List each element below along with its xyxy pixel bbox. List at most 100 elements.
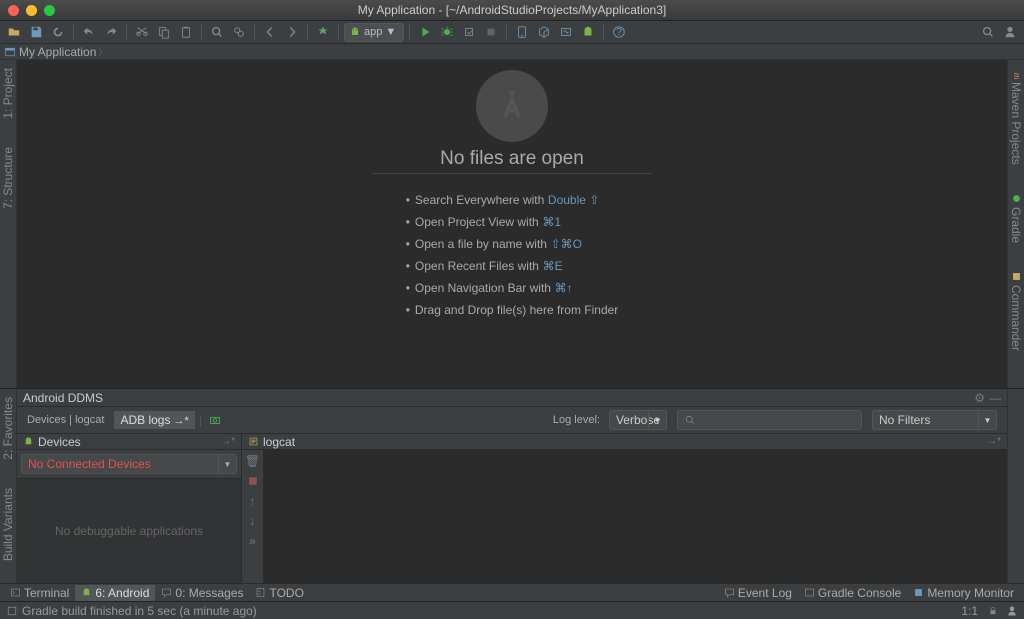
gear-icon[interactable]: ⚙ [974,391,985,405]
sync-icon[interactable] [48,22,68,42]
paste-icon[interactable] [176,22,196,42]
toolbar-divider [409,24,410,40]
debug-icon[interactable] [437,22,457,42]
terminal-icon [10,587,21,598]
tab-android[interactable]: 6: Android [75,585,155,601]
android-icon [349,26,361,38]
tab-build-variants[interactable]: Build Variants [1,484,15,565]
redo-icon[interactable] [101,22,121,42]
device-selector[interactable]: No Connected Devices ▼ [21,454,237,474]
hint-item: •Open Recent Files with ⌘E [406,258,619,273]
run-icon[interactable] [415,22,435,42]
chevron-down-icon: ▼ [218,455,236,473]
scroll-up-icon[interactable]: ↑ [245,493,261,509]
editor-empty-state: No files are open •Search Everywhere wit… [17,60,1007,388]
tool-window-bar: Terminal 6: Android 0: Messages TODO Eve… [0,583,1024,601]
project-icon [4,46,16,58]
hint-item: •Open a file by name with ⇧⌘O [406,236,619,251]
hint-item: •Search Everywhere with Double ⇧ [406,192,619,207]
breadcrumb-project: My Application [19,45,96,59]
todo-icon [255,587,266,598]
right-sidebar-lower [1007,389,1024,583]
tab-structure[interactable]: 7: Structure [1,143,15,213]
ddms-icon[interactable] [556,22,576,42]
wrap-icon[interactable] [245,473,261,489]
save-icon[interactable] [26,22,46,42]
find-icon[interactable] [207,22,227,42]
replace-icon[interactable] [229,22,249,42]
close-window-button[interactable] [8,5,19,16]
filter-dropdown[interactable]: No Filters▼ [872,410,997,430]
android-icon [23,436,34,447]
gradle-icon [804,587,815,598]
open-icon[interactable] [4,22,24,42]
zoom-window-button[interactable] [44,5,55,16]
hide-icon[interactable]: — [989,391,1001,405]
search-everywhere-icon[interactable] [978,22,998,42]
scroll-down-icon[interactable]: ↓ [245,513,261,529]
avd-manager-icon[interactable] [512,22,532,42]
left-sidebar-lower: 2: Favorites Build Variants [0,389,17,583]
forward-icon[interactable] [282,22,302,42]
help-icon[interactable]: ? [609,22,629,42]
tab-favorites[interactable]: 2: Favorites [1,393,15,464]
breadcrumb[interactable]: My Application 〉 [0,44,1024,60]
user-icon[interactable] [1000,22,1020,42]
minimize-window-button[interactable] [26,5,37,16]
tab-adb-logs[interactable]: ADB logs →* [114,411,194,429]
empty-title: No files are open [372,148,652,174]
hint-item: •Open Navigation Bar with ⌘↑ [406,280,619,295]
tab-maven[interactable]: mMaven Projects [1009,64,1023,169]
tab-todo[interactable]: TODO [249,585,309,601]
logcat-panel: logcat →* 🗑 ↑ ↓ » [242,434,1007,583]
tab-gradle-console[interactable]: Gradle Console [798,585,907,601]
tab-commander[interactable]: Commander [1009,267,1023,355]
search-icon [684,414,696,426]
inspector-icon[interactable] [1006,605,1018,617]
cut-icon[interactable] [132,22,152,42]
status-message: Gradle build finished in 5 sec (a minute… [22,604,257,618]
event-log-icon [724,587,735,598]
lock-icon[interactable] [988,606,998,616]
attach-debugger-icon[interactable] [459,22,479,42]
make-project-icon[interactable] [313,22,333,42]
logcat-search-input[interactable] [677,410,862,430]
sdk-manager-icon[interactable] [534,22,554,42]
android-monitor-icon[interactable] [578,22,598,42]
hint-item: •Open Project View with ⌘1 [406,214,619,229]
status-bar: Gradle build finished in 5 sec (a minute… [0,601,1024,619]
toolbar-divider [254,24,255,40]
hint-item: •Drag and Drop file(s) here from Finder [406,302,619,317]
tab-devices-logcat[interactable]: Devices | logcat [21,412,110,428]
cursor-position[interactable]: 1:1 [961,604,978,618]
devices-header-label: Devices [38,435,81,449]
undo-icon[interactable] [79,22,99,42]
left-sidebar: 1: Project 7: Structure [0,60,17,388]
run-config-label: app [364,26,382,38]
tab-event-log[interactable]: Event Log [718,585,798,601]
chevron-down-icon: ▼ [385,26,396,38]
logcat-output[interactable] [264,450,1007,583]
copy-icon[interactable] [154,22,174,42]
screenshot-icon[interactable] [206,411,224,429]
tab-messages[interactable]: 0: Messages [155,585,249,601]
tab-project[interactable]: 1: Project [1,64,15,123]
status-icon[interactable] [6,605,18,617]
svg-text:m: m [1012,73,1021,79]
tab-gradle[interactable]: Gradle [1009,189,1023,247]
stop-icon[interactable] [481,22,501,42]
collapse-icon[interactable]: →* [221,436,235,447]
tab-terminal[interactable]: Terminal [4,585,75,601]
run-config-selector[interactable]: app ▼ [344,23,404,42]
tab-memory-monitor[interactable]: Memory Monitor [907,585,1020,601]
end-icon[interactable]: » [245,533,261,549]
chevron-down-icon: ▼ [978,411,996,429]
clear-log-icon[interactable]: 🗑 [245,453,261,469]
collapse-icon[interactable]: →* [987,436,1001,447]
bottom-panel-tabs: Devices | logcat ADB logs →* | Log level… [17,407,1007,434]
devices-panel: Devices →* No Connected Devices ▼ No deb… [17,434,242,583]
log-level-dropdown[interactable]: Verbose▼ [609,410,667,430]
log-level-label: Log level: [553,414,600,426]
back-icon[interactable] [260,22,280,42]
messages-icon [161,587,172,598]
